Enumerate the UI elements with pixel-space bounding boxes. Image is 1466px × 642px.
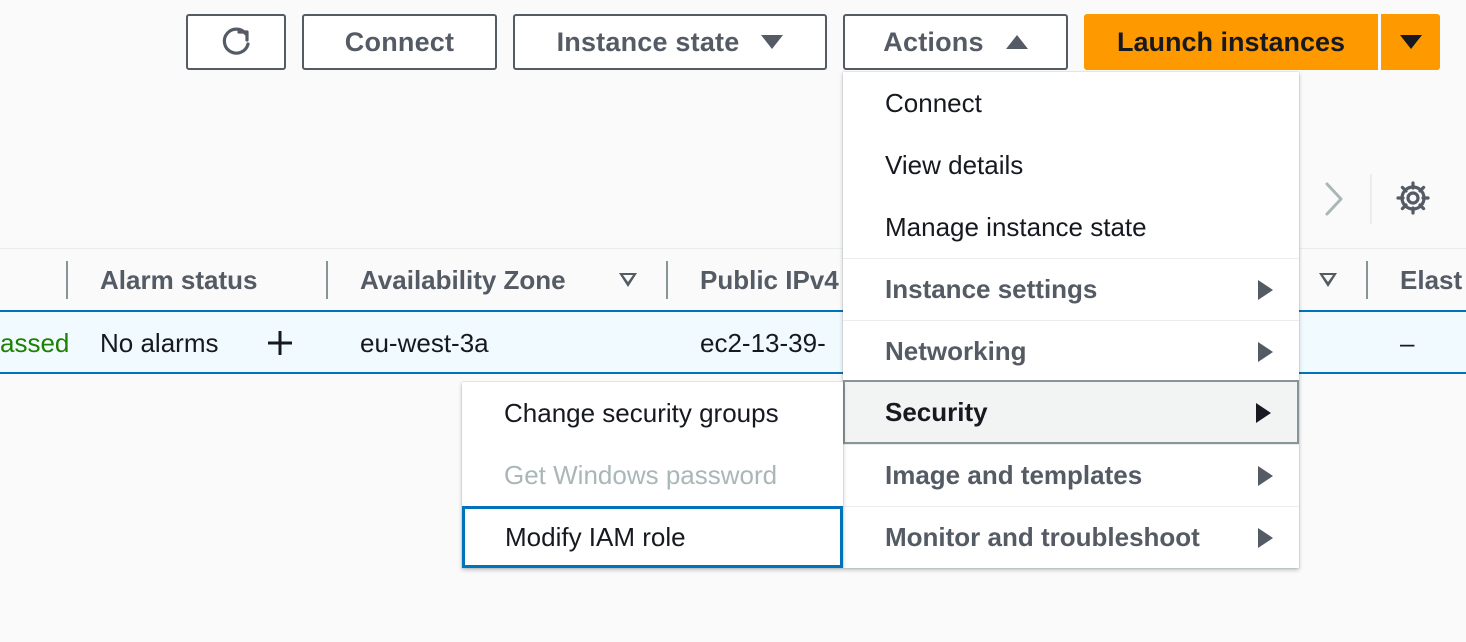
menu-item-label: View details	[885, 149, 1024, 180]
submenu-item-label: Get Windows password	[504, 459, 778, 490]
status-check-cell: assed	[0, 328, 70, 358]
sort-icon[interactable]	[619, 273, 637, 287]
actions-button[interactable]: Actions	[843, 14, 1068, 70]
connect-button[interactable]: Connect	[302, 14, 497, 70]
toolbar-divider	[1370, 174, 1372, 224]
menu-item-image-and-templates[interactable]: Image and templates	[843, 444, 1299, 506]
launch-instances-button[interactable]: Launch instances	[1084, 14, 1378, 70]
column-divider	[666, 261, 668, 299]
column-header-alarm-status[interactable]: Alarm status	[100, 265, 258, 296]
caret-down-icon	[761, 35, 784, 49]
column-divider	[326, 261, 328, 299]
caret-right-icon	[1258, 280, 1273, 300]
elastic-ip-cell: –	[1400, 328, 1415, 358]
caret-right-icon	[1258, 528, 1273, 548]
column-header-public-ipv4[interactable]: Public IPv4	[700, 265, 839, 296]
menu-item-instance-settings[interactable]: Instance settings	[843, 258, 1299, 320]
menu-item-label: Connect	[885, 87, 982, 118]
submenu-item-label: Modify IAM role	[505, 521, 686, 552]
refresh-icon	[222, 27, 250, 55]
sort-icon[interactable]	[1319, 273, 1337, 287]
caret-up-icon	[1005, 35, 1028, 49]
column-divider	[66, 261, 68, 299]
availability-zone-cell: eu-west-3a	[360, 328, 489, 358]
caret-right-icon	[1258, 466, 1273, 486]
menu-item-networking[interactable]: Networking	[843, 320, 1299, 382]
submenu-item-change-security-groups[interactable]: Change security groups	[462, 382, 843, 444]
caret-down-icon	[1399, 35, 1422, 49]
menu-item-label: Instance settings	[885, 274, 1098, 304]
instance-state-label: Instance state	[556, 26, 740, 57]
column-header-elastic-ip[interactable]: Elast	[1400, 265, 1462, 296]
plus-icon[interactable]	[266, 329, 294, 357]
launch-instances-label: Launch instances	[1116, 26, 1346, 57]
menu-item-label: Manage instance state	[885, 211, 1147, 242]
menu-item-manage-instance-state[interactable]: Manage instance state	[843, 196, 1299, 258]
refresh-button[interactable]	[186, 14, 286, 70]
menu-item-label: Security	[885, 396, 988, 427]
submenu-item-modify-iam-role[interactable]: Modify IAM role	[462, 506, 843, 568]
column-divider	[1366, 261, 1368, 299]
caret-right-icon	[1256, 403, 1271, 423]
chevron-right-icon[interactable]	[1320, 180, 1348, 218]
menu-item-label: Monitor and troubleshoot	[885, 522, 1200, 552]
menu-item-connect[interactable]: Connect	[843, 72, 1299, 134]
connect-button-label: Connect	[344, 26, 455, 57]
launch-instances-dropdown[interactable]	[1381, 14, 1440, 70]
security-submenu: Change security groups Get Windows passw…	[462, 382, 843, 568]
menu-item-label: Image and templates	[885, 460, 1143, 490]
submenu-item-label: Change security groups	[504, 397, 779, 428]
menu-item-security[interactable]: Security	[843, 380, 1299, 444]
caret-right-icon	[1258, 342, 1273, 362]
actions-menu: Connect View details Manage instance sta…	[843, 72, 1299, 568]
actions-label: Actions	[883, 26, 984, 57]
public-ipv4-cell: ec2-13-39-	[700, 328, 826, 358]
instance-state-button[interactable]: Instance state	[513, 14, 827, 70]
menu-item-monitor-and-troubleshoot[interactable]: Monitor and troubleshoot	[843, 506, 1299, 568]
gear-icon[interactable]	[1395, 180, 1431, 216]
menu-item-view-details[interactable]: View details	[843, 134, 1299, 196]
menu-item-label: Networking	[885, 336, 1027, 366]
alarm-status-cell: No alarms	[100, 328, 219, 358]
submenu-item-get-windows-password: Get Windows password	[462, 444, 843, 506]
column-header-availability-zone[interactable]: Availability Zone	[360, 265, 566, 296]
